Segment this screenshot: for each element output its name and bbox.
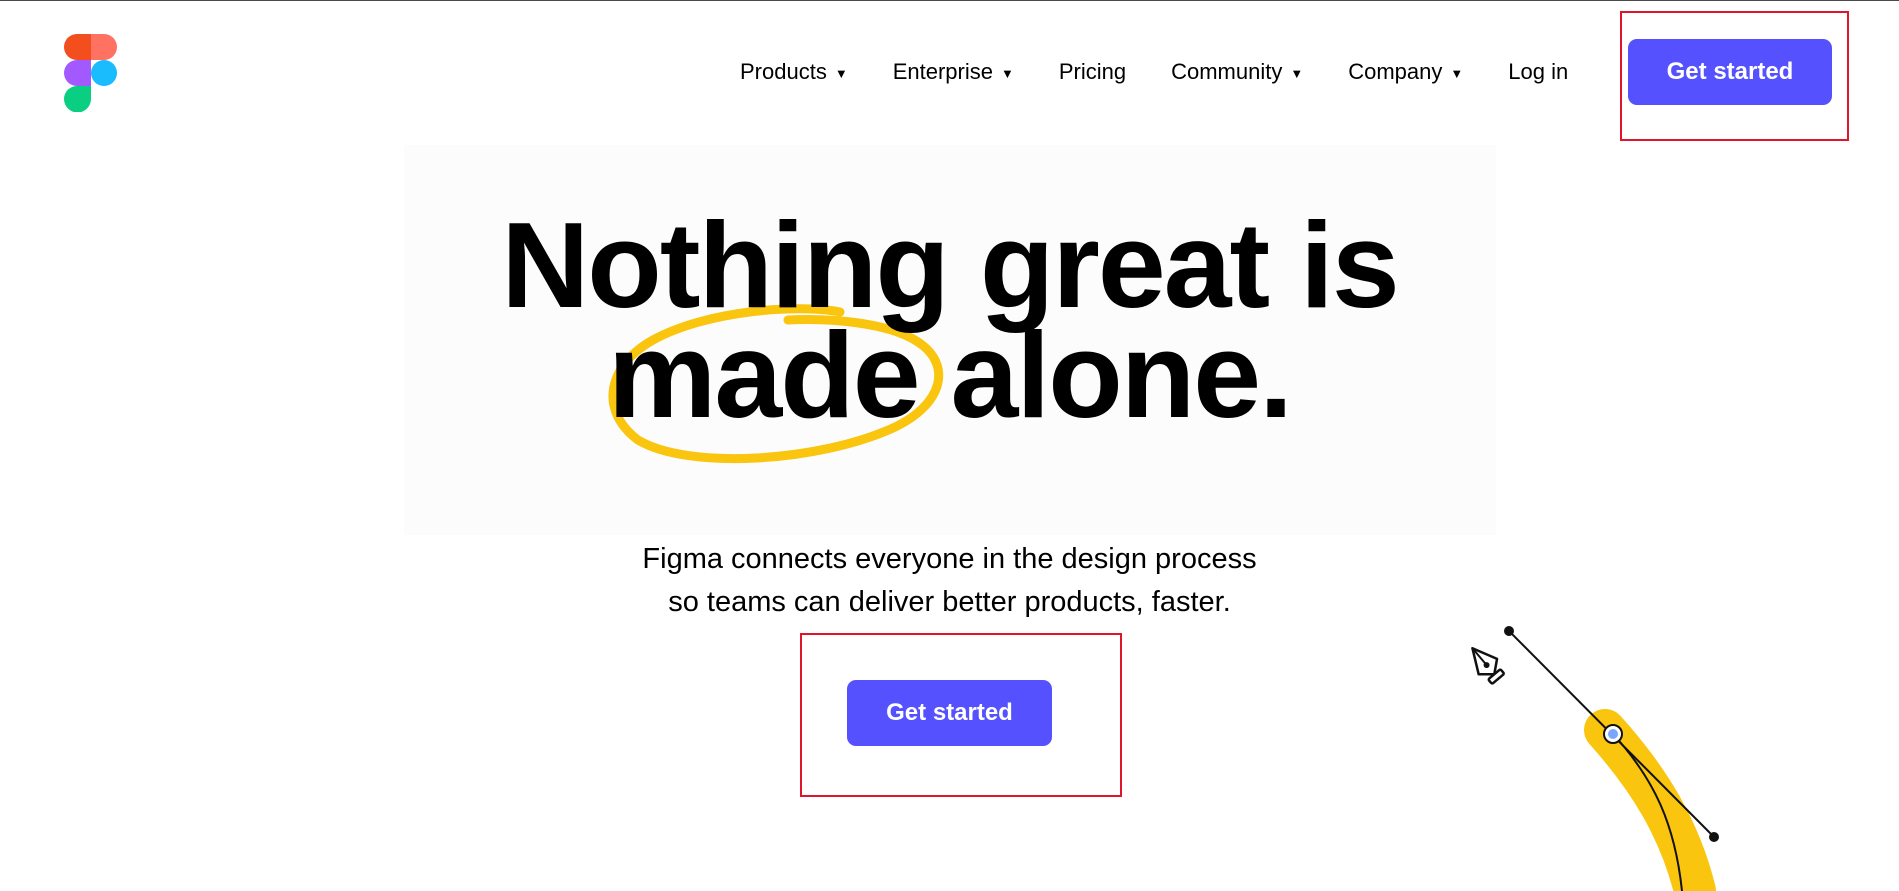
nav-pricing[interactable]: Pricing [1059,59,1126,85]
chevron-down-icon: ▼ [1000,65,1014,81]
pen-tool-icon [1471,646,1505,685]
pen-tool-decoration [1471,626,1719,891]
nav-company-label: Company [1348,59,1443,84]
chevron-down-icon: ▼ [834,65,848,81]
chevron-down-icon: ▼ [1450,65,1464,81]
headline-line-1: Nothing great is [501,197,1400,333]
figma-logo-icon[interactable] [64,34,118,112]
page: Products ▼ Enterprise ▼ Pricing Communit… [0,0,1899,891]
nav-pricing-label: Pricing [1058,59,1127,84]
nav-login[interactable]: Log in [1508,59,1568,85]
nav-products-label: Products [740,59,827,84]
headline-circled-word: made [607,307,921,443]
login-link-label: Log in [1508,59,1569,84]
main-nav: Products ▼ Enterprise ▼ Pricing Communit… [740,53,1613,91]
header-get-started-button[interactable]: Get started [1628,39,1832,105]
nav-products[interactable]: Products ▼ [740,59,848,85]
nav-company[interactable]: Company ▼ [1348,59,1463,85]
nav-enterprise-label: Enterprise [892,59,993,84]
headline-line-2: made alone. [0,307,1899,443]
chevron-down-icon: ▼ [1290,65,1304,81]
headline-line-2-rest: alone. [918,307,1294,443]
nav-enterprise[interactable]: Enterprise ▼ [893,59,1014,85]
top-border [0,0,1899,1]
hero-subtext-line-1: Figma connects everyone in the design pr… [642,543,1257,575]
nav-community-label: Community [1171,59,1283,84]
hero-get-started-button[interactable]: Get started [847,680,1052,746]
hero-headline: Nothing great is made alone. [0,197,1899,443]
nav-community[interactable]: Community ▼ [1171,59,1303,85]
